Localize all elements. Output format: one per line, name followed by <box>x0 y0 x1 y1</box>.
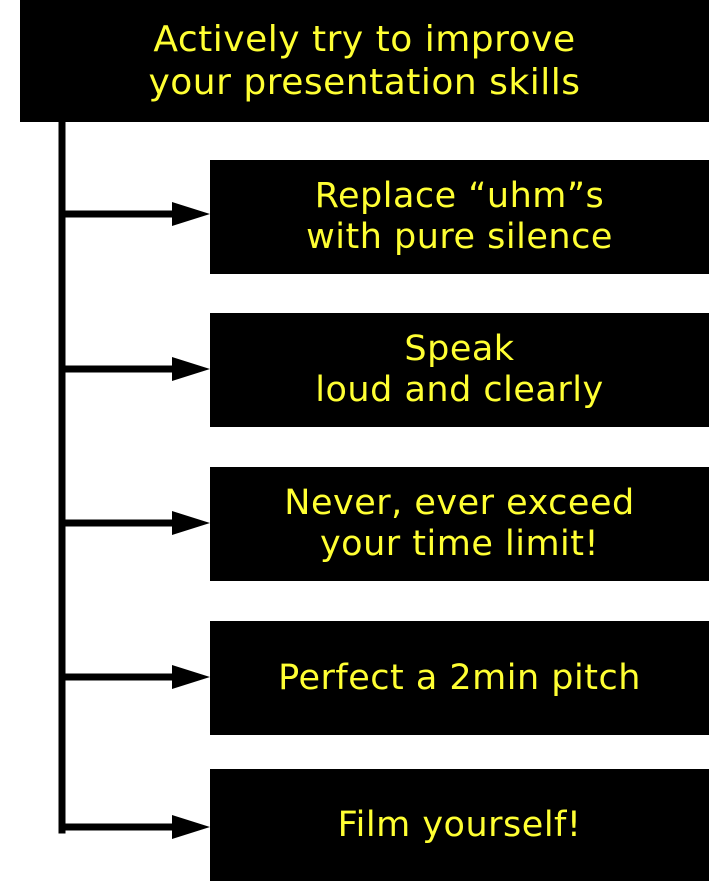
child-node-label: Perfect a 2min pitch <box>278 657 641 698</box>
child-node-label: Replace “uhm”s with pure silence <box>306 176 613 257</box>
child-node-label: Speak loud and clearly <box>315 329 604 410</box>
root-node: Actively try to improve your presentatio… <box>20 0 709 122</box>
child-node-film-yourself: Film yourself! <box>210 769 709 881</box>
root-node-label: Actively try to improve your presentatio… <box>148 19 581 103</box>
child-node-label: Film yourself! <box>337 804 582 845</box>
child-node-speak-loud: Speak loud and clearly <box>210 313 709 427</box>
arrowhead-0 <box>172 202 210 226</box>
arrowhead-1 <box>172 357 210 381</box>
arrowhead-3 <box>172 665 210 689</box>
arrowhead-2 <box>172 511 210 535</box>
child-node-time-limit: Never, ever exceed your time limit! <box>210 467 709 581</box>
arrowhead-4 <box>172 815 210 839</box>
child-node-pitch: Perfect a 2min pitch <box>210 621 709 735</box>
connector-lines <box>58 116 210 839</box>
child-node-label: Never, ever exceed your time limit! <box>284 483 635 564</box>
child-node-replace-uhms: Replace “uhm”s with pure silence <box>210 160 709 274</box>
